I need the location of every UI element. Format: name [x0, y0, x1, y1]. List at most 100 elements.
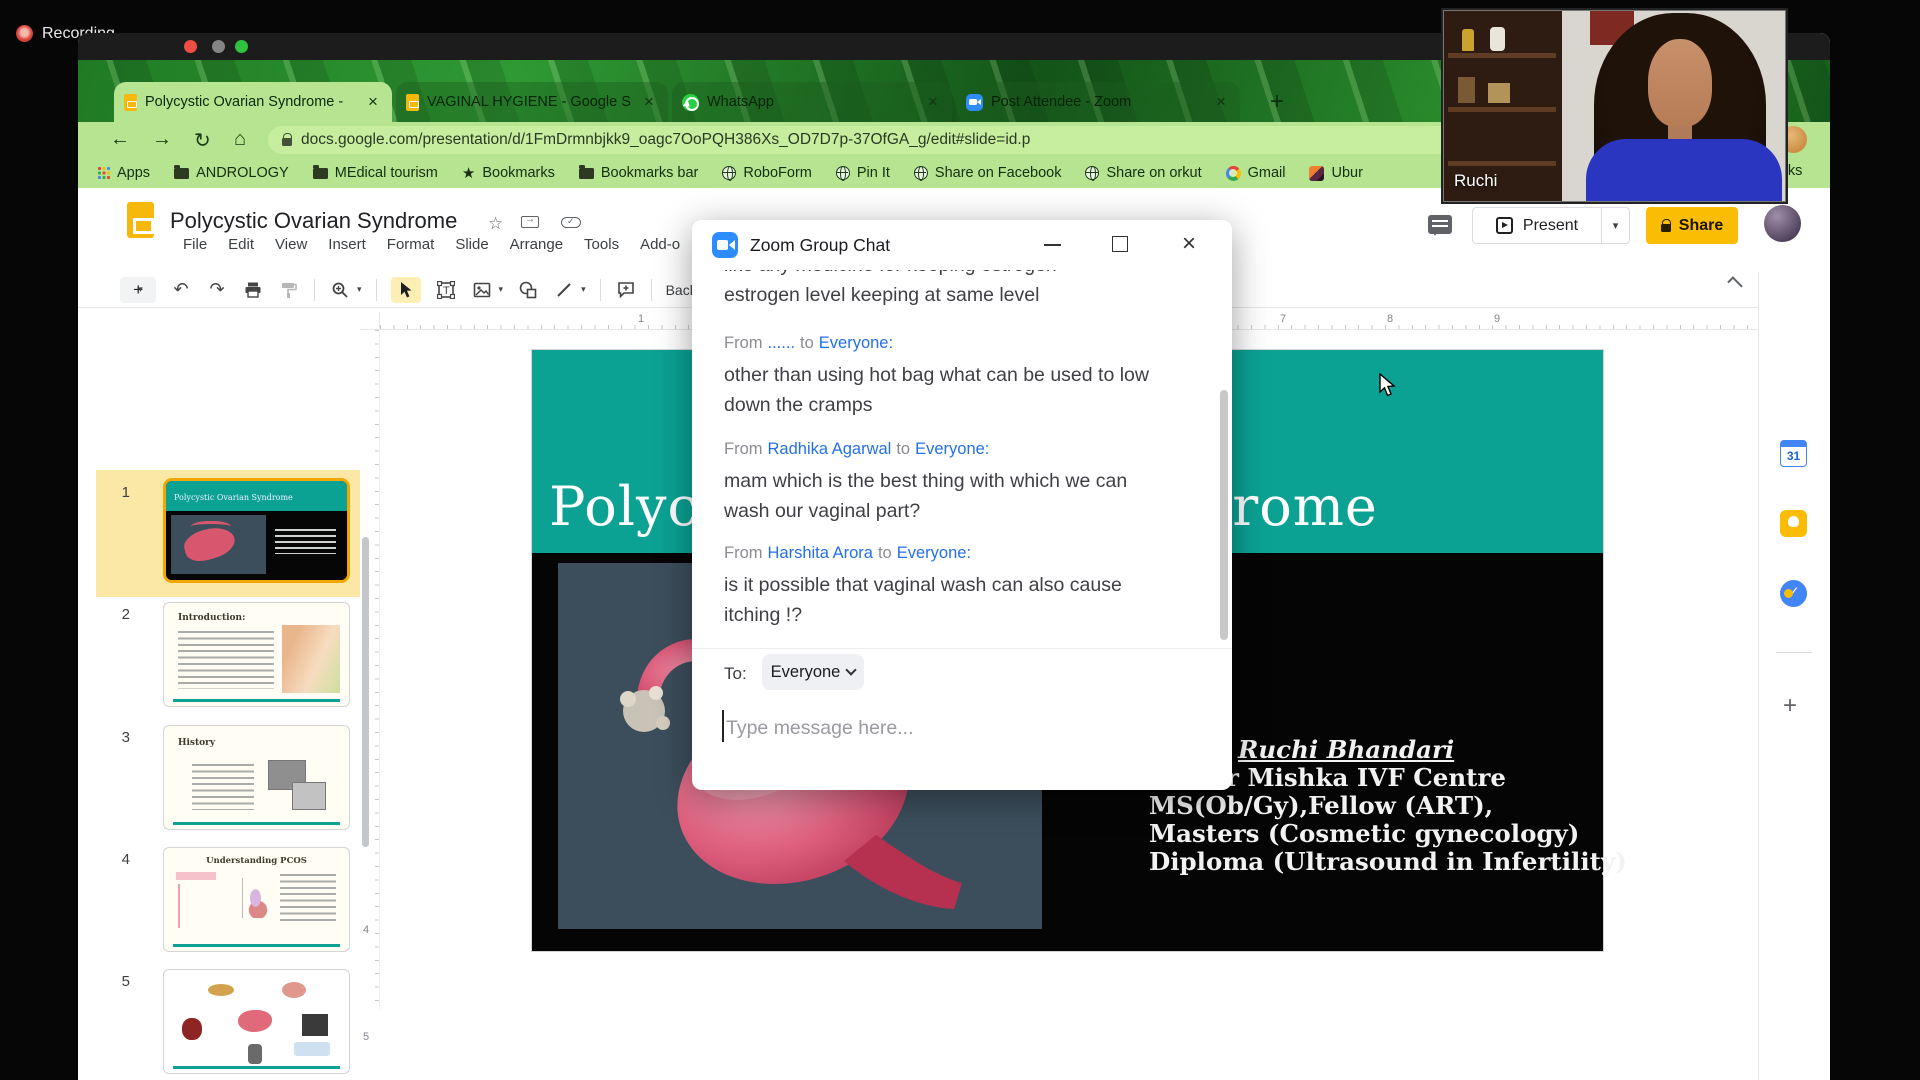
shelf-item [1490, 27, 1505, 51]
filmstrip-scrollbar[interactable] [362, 537, 369, 847]
line-caret[interactable]: ▾ [581, 284, 586, 295]
bookmark-medical-tourism[interactable]: MEdical tourism [313, 165, 438, 181]
chat-recipient-dropdown[interactable]: Everyone [762, 654, 864, 690]
tab-label: Polycystic Ovarian Syndrome - [145, 94, 356, 110]
tab-close-icon[interactable]: × [1212, 92, 1230, 112]
account-avatar[interactable] [1764, 205, 1801, 242]
window-close-button[interactable] [184, 40, 197, 53]
shape-icon[interactable] [517, 279, 539, 301]
present-button[interactable]: Present [1472, 207, 1602, 244]
bookmark-roboform[interactable]: RoboForm [722, 165, 812, 181]
zoom-caret[interactable]: ▾ [357, 284, 362, 295]
slide-thumbnail-3[interactable]: History [163, 725, 350, 830]
calendar-icon[interactable]: 31 [1780, 440, 1807, 467]
bookmark-bookmarks-bar[interactable]: Bookmarks bar [579, 165, 699, 181]
document-title[interactable]: Polycystic Ovarian Syndrome [170, 208, 457, 234]
zoom-camera-icon [712, 232, 738, 258]
redo-icon[interactable]: ↷ [206, 279, 228, 301]
tab-whatsapp[interactable]: WhatsApp × [672, 82, 952, 122]
insert-comment-icon[interactable] [615, 279, 637, 301]
home-icon[interactable]: ⌂ [234, 128, 246, 151]
tab-post-attendee-zoom[interactable]: Post Attendee - Zoom × [956, 82, 1240, 122]
chat-minimize-icon[interactable] [1044, 244, 1061, 246]
textbox-icon[interactable]: T [435, 279, 457, 301]
slide-number: 5 [96, 973, 130, 990]
zoom-tool-icon[interactable] [329, 279, 351, 301]
undo-icon[interactable]: ↶ [170, 279, 192, 301]
tasks-icon[interactable]: ✓ [1780, 580, 1807, 607]
sender-name[interactable]: Radhika Agarwal [768, 440, 892, 458]
recipient-name[interactable]: Everyone: [819, 334, 893, 352]
chat-close-icon[interactable]: × [1182, 230, 1196, 258]
tab-polycystic-ovarian-syndrome[interactable]: Polycystic Ovarian Syndrome - × [114, 82, 392, 122]
zoom-chat-window[interactable]: like any medicine for keeping estrogen e… [692, 220, 1232, 790]
window-minimize-button[interactable] [212, 40, 225, 53]
bookmark-share-orkut[interactable]: Share on orkut [1085, 165, 1201, 181]
tab-vaginal-hygiene[interactable]: VAGINAL HYGIENE - Google S × [396, 82, 668, 122]
menu-addons[interactable]: Add-o [640, 236, 680, 253]
chat-to-label: To: [724, 664, 747, 684]
apps-grid-icon [98, 167, 110, 179]
tab-close-icon[interactable]: × [364, 92, 382, 112]
menu-edit[interactable]: Edit [228, 236, 254, 253]
chat-from-line: From......toEveryone: [724, 334, 898, 353]
chat-scrollbar[interactable] [1220, 390, 1228, 640]
recipient-name[interactable]: Everyone: [915, 440, 989, 458]
back-icon[interactable]: ← [110, 128, 130, 151]
insert-image-icon[interactable] [471, 279, 493, 301]
desktop: Recording Polycystic Ovarian Syndrome - … [0, 0, 1920, 1080]
gmail-icon [1226, 166, 1241, 181]
move-to-folder-icon[interactable] [521, 216, 539, 228]
window-maximize-button[interactable] [235, 40, 248, 53]
cloud-saved-icon [561, 217, 581, 228]
bookmark-bookmarks[interactable]: ★Bookmarks [462, 165, 555, 181]
thumb-credit-lines [275, 529, 337, 555]
chat-message-input[interactable] [726, 712, 1186, 744]
slide-thumbnail-1[interactable]: Polycystic Ovarian Syndrome [163, 478, 350, 583]
menu-slide[interactable]: Slide [455, 236, 488, 253]
slide-thumbnail-4[interactable]: Understanding PCOS [163, 847, 350, 952]
star-document-icon[interactable]: ☆ [488, 214, 503, 234]
tab-close-icon[interactable]: × [640, 92, 658, 112]
comments-icon[interactable] [1428, 215, 1452, 234]
present-options-caret[interactable]: ▾ [1602, 207, 1630, 244]
forward-icon[interactable]: → [152, 128, 172, 151]
sender-name[interactable]: Harshita Arora [768, 544, 873, 562]
image-caret[interactable]: ▾ [499, 284, 504, 295]
tab-close-icon[interactable]: × [924, 92, 942, 112]
slides-favicon [406, 94, 419, 111]
new-tab-button[interactable]: + [1270, 88, 1284, 116]
bookmark-pin-it[interactable]: Pin It [836, 165, 890, 181]
menu-tools[interactable]: Tools [584, 236, 619, 253]
paint-format-icon[interactable] [278, 279, 300, 301]
bookmark-andrology[interactable]: ANDROLOGY [174, 165, 289, 181]
print-icon[interactable] [242, 279, 264, 301]
google-slides-logo[interactable] [127, 202, 154, 238]
bookmark-share-facebook[interactable]: Share on Facebook [914, 165, 1062, 181]
recipient-name[interactable]: Everyone: [897, 544, 971, 562]
slide-thumbnail-2[interactable]: Introduction: [163, 602, 350, 707]
chat-maximize-icon[interactable] [1112, 236, 1128, 252]
tab-label: VAGINAL HYGIENE - Google S [427, 94, 632, 110]
menu-view[interactable]: View [275, 236, 307, 253]
bookmark-ubur[interactable]: Ubur [1309, 165, 1362, 181]
webcam-video-tile[interactable]: Ruchi [1443, 10, 1786, 202]
menu-arrange[interactable]: Arrange [510, 236, 563, 253]
add-addon-icon[interactable]: + [1783, 692, 1797, 720]
menu-format[interactable]: Format [387, 236, 435, 253]
folder-icon [579, 168, 594, 179]
sender-name[interactable]: ...... [768, 334, 796, 352]
select-tool-active[interactable] [391, 277, 421, 303]
share-button[interactable]: Share [1646, 207, 1738, 244]
slide-thumbnail-5[interactable] [163, 969, 350, 1074]
bookmark-gmail[interactable]: Gmail [1226, 165, 1286, 181]
reload-icon[interactable]: ↻ [194, 128, 211, 153]
menu-insert[interactable]: Insert [328, 236, 366, 253]
keep-icon[interactable] [1780, 510, 1807, 537]
line-tool-icon[interactable] [553, 279, 575, 301]
new-slide-button[interactable]: +▾ [120, 277, 156, 303]
url-text: docs.google.com/presentation/d/1FmDrmnbj… [301, 131, 1030, 149]
menu-file[interactable]: File [183, 236, 207, 253]
chat-titlebar[interactable]: Zoom Group Chat × [692, 220, 1232, 270]
bookmark-apps[interactable]: Apps [98, 165, 150, 181]
